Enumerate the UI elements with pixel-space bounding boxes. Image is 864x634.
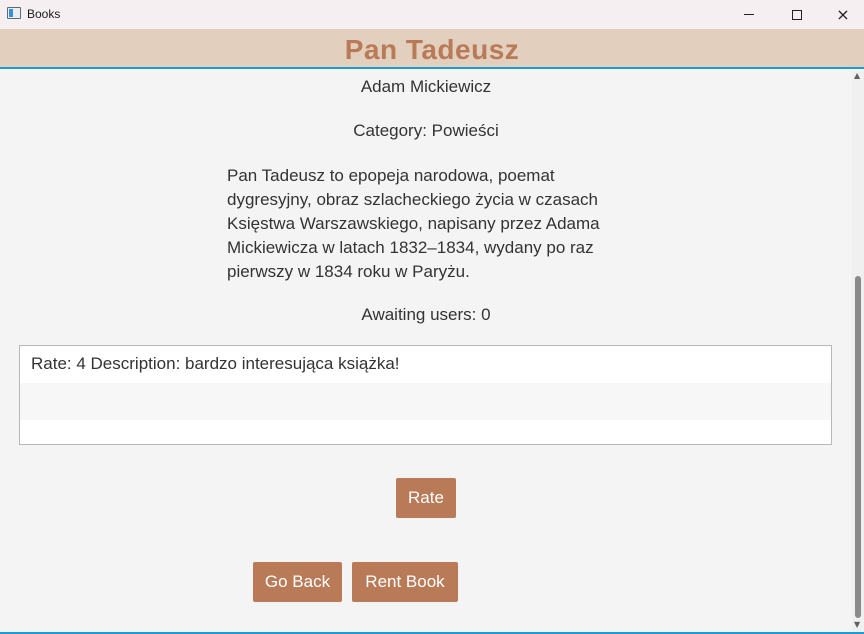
maximize-button[interactable] bbox=[774, 0, 820, 29]
book-title: Pan Tadeusz bbox=[344, 34, 520, 65]
rate-button[interactable]: Rate bbox=[396, 478, 456, 518]
book-details-panel: Adam Mickiewicz Category: Powieści Pan T… bbox=[0, 71, 852, 632]
maximize-icon bbox=[792, 9, 802, 20]
book-category: Category: Powieści bbox=[353, 121, 499, 140]
scroll-up-icon[interactable]: ▲ bbox=[854, 71, 860, 80]
window-title: Books bbox=[27, 7, 61, 21]
rent-book-button[interactable]: Rent Book bbox=[352, 562, 458, 602]
book-author: Adam Mickiewicz bbox=[360, 77, 492, 96]
list-item[interactable]: Rate: 4 Description: bardzo interesująca… bbox=[20, 346, 831, 383]
list-item[interactable] bbox=[20, 420, 831, 457]
title-bar: Books × bbox=[0, 0, 864, 29]
list-item[interactable] bbox=[20, 383, 831, 420]
scroll-down-icon[interactable]: ▼ bbox=[854, 620, 860, 629]
ratings-list[interactable]: Rate: 4 Description: bardzo interesująca… bbox=[19, 345, 832, 445]
book-description: Pan Tadeusz to epopeja narodowa, poemat … bbox=[227, 166, 600, 281]
window-app-icon bbox=[7, 7, 21, 19]
vertical-scrollbar[interactable]: ▲ ▼ bbox=[852, 71, 864, 632]
close-icon: × bbox=[836, 4, 850, 24]
close-button[interactable]: × bbox=[820, 0, 864, 29]
scroll-thumb[interactable] bbox=[855, 276, 861, 618]
minimize-icon bbox=[744, 14, 754, 15]
awaiting-users: Awaiting users: 0 bbox=[361, 305, 491, 324]
book-header: Pan Tadeusz bbox=[0, 29, 864, 69]
go-back-button[interactable]: Go Back bbox=[253, 562, 342, 602]
minimize-button[interactable] bbox=[726, 0, 772, 29]
